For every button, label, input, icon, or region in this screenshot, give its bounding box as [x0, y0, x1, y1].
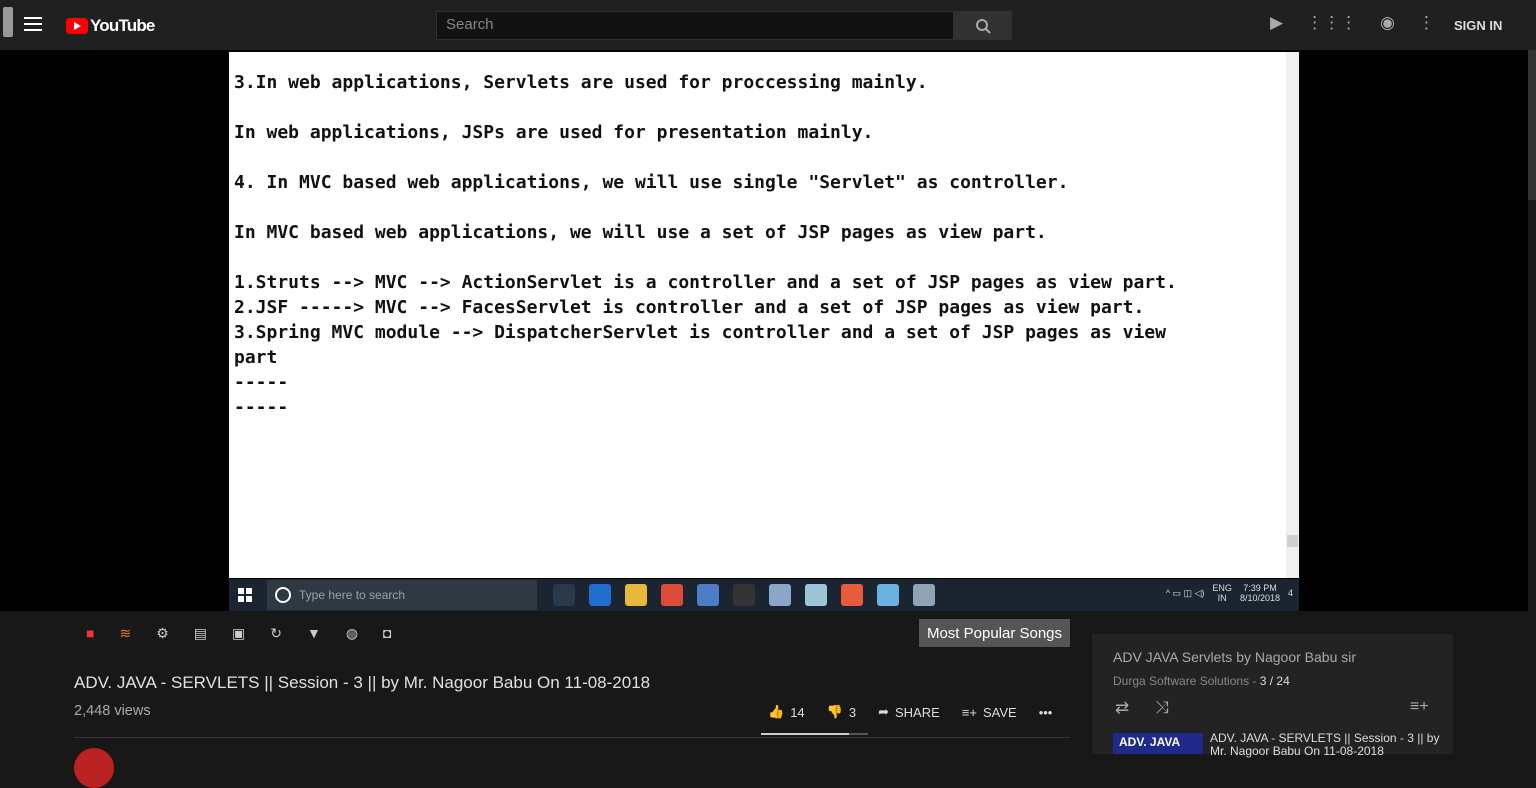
- top-bar: YouTube Search ▶ ⋮⋮⋮ ◉ ⋮ SIGN IN: [0, 0, 1536, 50]
- divider: [74, 737, 1070, 738]
- messages-icon[interactable]: ◉: [1380, 13, 1395, 33]
- dislike-count: 3: [848, 704, 857, 720]
- edge-icon: [589, 584, 611, 606]
- film-icon[interactable]: ▤: [194, 625, 207, 642]
- playlist-subtitle: Durga Software Solutions - 3 / 24: [1113, 674, 1290, 688]
- globe-icon[interactable]: ◍: [346, 625, 358, 642]
- screen-line: 4. In MVC based web applications, we wil…: [234, 172, 1069, 193]
- extension-controls: ■ ≋ ⚙ ▤ ▣ ↻ ▼ ◍ ◘: [86, 625, 392, 642]
- cortana-icon: [275, 587, 291, 603]
- apps-grid-icon[interactable]: ⋮⋮⋮: [1306, 13, 1357, 33]
- screen-line: 2.JSF -----> MVC --> FacesServlet is con…: [234, 297, 1145, 318]
- screen-line: 3.Spring MVC module --> DispatcherServle…: [234, 322, 1166, 343]
- screen-text: 3.In web applications, Servlets are used…: [234, 70, 1177, 420]
- file-explorer-icon: [625, 584, 647, 606]
- system-tray: ^ ▭ ◫ ◁) ENG IN 7:39 PM 8/10/2018 4: [1166, 583, 1293, 603]
- save-label: SAVE: [982, 704, 1017, 720]
- screen-line: [234, 145, 1177, 170]
- chrome-icon: [661, 584, 683, 606]
- share-icon: ➦: [878, 704, 889, 719]
- playlist-thumbnail[interactable]: ADV. JAVA: [1113, 733, 1203, 754]
- create-video-icon[interactable]: ▶: [1270, 13, 1283, 33]
- play-logo-icon: [66, 18, 88, 34]
- paint-icon: [769, 584, 791, 606]
- clock: 7:39 PM 8/10/2018: [1240, 583, 1280, 603]
- mini-player-icon[interactable]: ▣: [232, 625, 245, 642]
- thumbs-down-icon: 👎: [826, 704, 843, 719]
- playlist-channel[interactable]: Durga Software Solutions -: [1113, 674, 1260, 688]
- task-view-icon: [553, 584, 575, 606]
- screen-scrollbar: [1286, 52, 1299, 578]
- screen-line: 1.Struts --> MVC --> ActionServlet is a …: [234, 272, 1177, 293]
- taskbar-apps: [553, 584, 935, 606]
- taskbar-search: Type here to search: [267, 580, 537, 610]
- clock-date: 8/10/2018: [1239, 593, 1280, 603]
- like-count: 14: [790, 704, 805, 720]
- lang-text: ENG: [1212, 583, 1232, 593]
- video-actions: 👍 14 👎 3 ➦ SHARE ≡+ SAVE •••: [768, 704, 1052, 720]
- filter-icon[interactable]: ▼: [307, 625, 321, 642]
- clock-time: 7:39 PM: [1243, 583, 1277, 593]
- sign-in-button[interactable]: SIGN IN: [1454, 18, 1502, 33]
- playlist-title[interactable]: ADV JAVA Servlets by Nagoor Babu sir: [1113, 649, 1356, 665]
- save-icon: ≡+: [961, 704, 977, 720]
- notepad-icon: [913, 584, 935, 606]
- search-button[interactable]: [954, 11, 1012, 40]
- settings-icon[interactable]: ⚙: [156, 625, 169, 642]
- youtube-logo[interactable]: YouTube: [66, 16, 155, 36]
- dislike-button[interactable]: 👎 3: [827, 704, 856, 720]
- language: ENG IN: [1212, 583, 1232, 603]
- channel-avatar[interactable]: [74, 748, 114, 788]
- playlist-position: 3 / 24: [1259, 674, 1290, 688]
- logo-text: YouTube: [90, 16, 155, 35]
- screen-scroll-thumb: [1287, 535, 1298, 547]
- search-input[interactable]: Search: [436, 11, 954, 40]
- screen-line: 3.In web applications, Servlets are used…: [234, 72, 928, 93]
- playlist-controls: ⇄ ⤨: [1115, 698, 1169, 718]
- record-icon[interactable]: ■: [86, 625, 94, 642]
- screen-line: In web applications, JSPs are used for p…: [234, 122, 874, 143]
- share-button[interactable]: ➦ SHARE: [878, 704, 940, 720]
- more-options-icon[interactable]: ⋮: [1418, 13, 1435, 33]
- screen-line: [234, 95, 1177, 120]
- most-popular-songs-button[interactable]: Most Popular Songs: [919, 619, 1070, 647]
- thumbs-up-icon: 👍: [768, 704, 785, 719]
- screen-line: [234, 245, 1177, 270]
- page-scrollbar[interactable]: [1528, 50, 1536, 200]
- screen-line: In MVC based web applications, we will u…: [234, 222, 1047, 243]
- tray-icons: ^ ▭ ◫ ◁): [1165, 587, 1205, 598]
- shuffle-icon[interactable]: ⤨: [1155, 698, 1169, 718]
- window-edge: [3, 7, 13, 37]
- settings-icon: [877, 584, 899, 606]
- terminal-icon: [733, 584, 755, 606]
- app-icon: [841, 584, 863, 606]
- playlist-item-title[interactable]: ADV. JAVA - SERVLETS || Session - 3 || b…: [1210, 732, 1440, 758]
- top-icons: ▶ ⋮⋮⋮ ◉ ⋮: [1270, 13, 1435, 33]
- save-button[interactable]: ≡+ SAVE: [962, 705, 1017, 720]
- window-icon: [805, 584, 827, 606]
- windows-start-icon: [229, 579, 261, 611]
- camera-icon[interactable]: ◘: [383, 625, 391, 642]
- screen-line: -----: [234, 397, 289, 418]
- add-to-queue-icon[interactable]: ≡+: [1410, 698, 1429, 716]
- screen-line: [234, 195, 1177, 220]
- rss-icon[interactable]: ≋: [119, 625, 131, 642]
- search-icon: [976, 19, 991, 34]
- view-count: 2,448 views: [74, 703, 151, 719]
- screen-line: -----: [234, 372, 289, 393]
- region-text: IN: [1217, 593, 1227, 603]
- screen-line: part: [234, 347, 278, 368]
- sentiment-fill: [761, 733, 849, 735]
- more-actions-icon[interactable]: •••: [1039, 705, 1053, 720]
- notification-badge: 4: [1287, 588, 1293, 598]
- share-label: SHARE: [894, 704, 940, 720]
- loop-playlist-icon[interactable]: ⇄: [1115, 698, 1129, 718]
- windows-taskbar: Type here to search ^ ▭ ◫ ◁) ENG IN 7:39 …: [229, 579, 1299, 611]
- menu-icon[interactable]: [24, 17, 42, 31]
- app-icon: [697, 584, 719, 606]
- taskbar-search-text: Type here to search: [299, 588, 406, 602]
- video-title: ADV. JAVA - SERVLETS || Session - 3 || b…: [74, 673, 651, 692]
- loop-icon[interactable]: ↻: [270, 625, 282, 642]
- like-button[interactable]: 👍 14: [768, 704, 805, 720]
